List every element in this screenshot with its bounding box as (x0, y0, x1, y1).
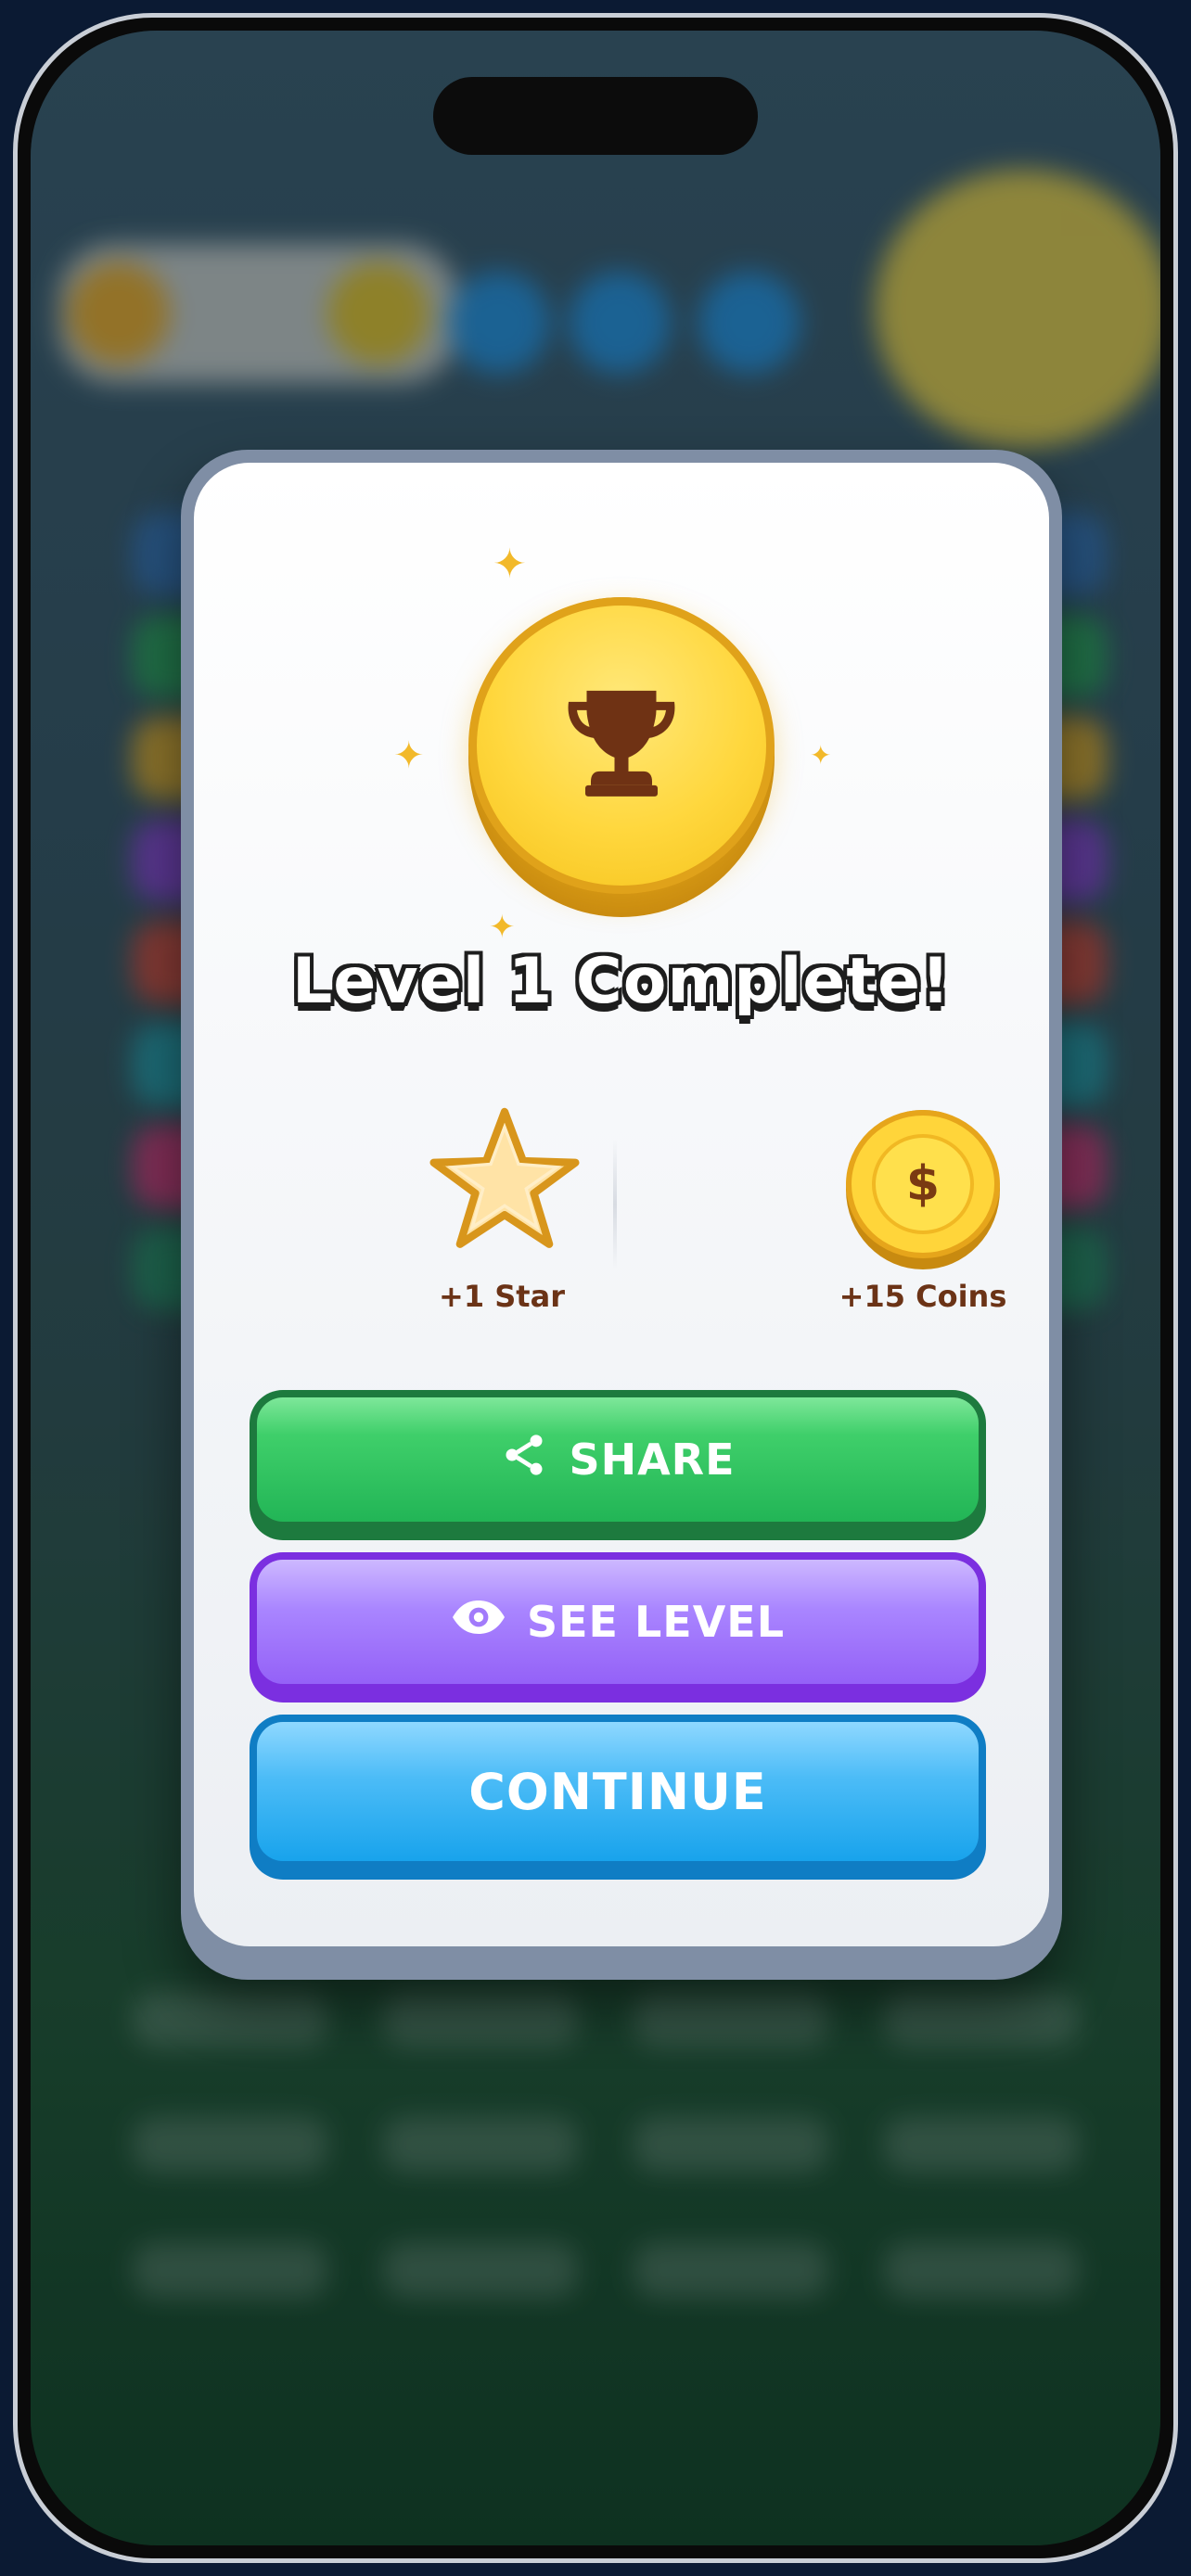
share-icon (500, 1431, 548, 1489)
see-level-button-label: SEE LEVEL (526, 1597, 786, 1647)
continue-button-face[interactable]: CONTINUE (257, 1722, 979, 1861)
star-icon (428, 1103, 582, 1260)
sparkle-icon: ✦ (489, 909, 516, 946)
trophy-medal-face (468, 597, 775, 894)
share-button-face[interactable]: SHARE (257, 1397, 979, 1522)
phone-frame: ✦ ✦ ✦ ✦ ✦ ✦ (13, 13, 1178, 2563)
dynamic-island (433, 77, 758, 155)
sparkle-icon: ✦ (810, 740, 832, 771)
dollar-symbol: $ (872, 1134, 974, 1234)
see-level-button-face[interactable]: SEE LEVEL (257, 1560, 979, 1684)
continue-button[interactable]: CONTINUE (250, 1715, 986, 1880)
trophy-medal (468, 597, 775, 917)
eye-icon (451, 1597, 506, 1647)
trophy-icon (552, 671, 691, 814)
continue-button-label: CONTINUE (468, 1762, 767, 1821)
coin-icon: $ (846, 1110, 1000, 1269)
reward-divider (613, 1140, 617, 1269)
sparkle-icon: ✦ (493, 541, 527, 588)
share-button-label: SHARE (569, 1435, 736, 1485)
sparkle-icon: ✦ (393, 734, 425, 777)
star-reward-label: +1 Star (439, 1279, 565, 1314)
level-complete-title: Level 1 Complete! (291, 945, 952, 1018)
modal-panel: ✦ ✦ ✦ ✦ ✦ ✦ (194, 463, 1049, 1946)
game-screen: ✦ ✦ ✦ ✦ ✦ ✦ (31, 31, 1160, 2545)
coin-reward-label: +15 Coins (839, 1279, 1007, 1314)
see-level-button[interactable]: SEE LEVEL (250, 1552, 986, 1702)
level-complete-modal: ✦ ✦ ✦ ✦ ✦ ✦ (181, 450, 1062, 1980)
share-button[interactable]: SHARE (250, 1390, 986, 1540)
coin-face: $ (846, 1110, 1000, 1258)
